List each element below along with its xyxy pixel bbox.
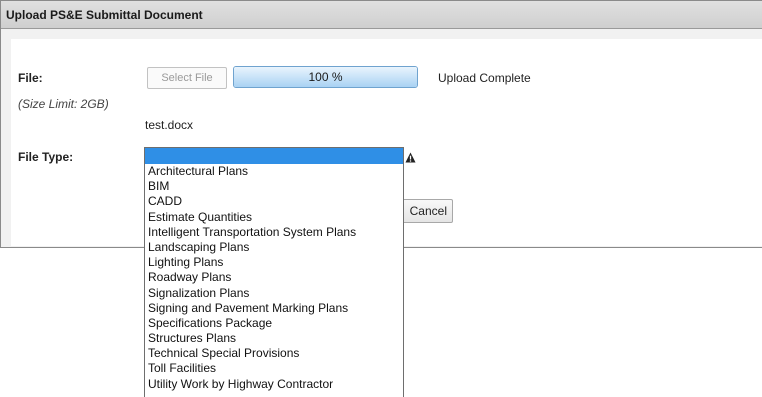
select-file-button[interactable]: Select File [147,67,227,89]
file-type-option[interactable]: Estimate Quantities [145,210,403,225]
warning-triangle-icon [405,152,416,163]
upload-progress-bar: 100 % [233,66,418,88]
upload-status: Upload Complete [438,71,531,85]
file-type-option[interactable]: Utility Work by Highway Contractor [145,377,403,392]
file-type-option[interactable]: Toll Facilities [145,361,403,376]
file-type-option[interactable]: Signalization Plans [145,286,403,301]
file-type-options: Architectural Plans BIM CADD Estimate Quant… [145,164,403,392]
file-type-option[interactable]: Lighting Plans [145,255,403,270]
file-type-dropdown-list[interactable]: Architectural Plans BIM CADD Estimate Quant… [144,147,404,397]
file-type-label: File Type: [18,150,74,164]
file-type-option[interactable]: Technical Special Provisions [145,346,403,361]
file-type-option[interactable]: Architectural Plans [145,164,403,179]
file-type-option[interactable]: CADD [145,194,403,209]
file-type-option[interactable]: Signing and Pavement Marking Plans [145,301,403,316]
file-type-option[interactable]: Landscaping Plans [145,240,403,255]
progress-text: 100 % [308,70,343,84]
file-label: File: [18,71,43,85]
file-type-option[interactable]: Roadway Plans [145,270,403,285]
file-type-option[interactable]: Intelligent Transportation System Plans [145,225,403,240]
file-type-option[interactable]: Specifications Package [145,316,403,331]
dialog-title: Upload PS&E Submittal Document [1,1,762,29]
size-limit-note: (Size Limit: 2GB) [18,97,109,111]
upload-page: Upload PS&E Submittal Document File: (Si… [0,0,762,397]
file-type-option[interactable]: Structures Plans [145,331,403,346]
file-type-option[interactable]: BIM [145,179,403,194]
file-type-selected-option[interactable] [145,148,403,164]
uploaded-filename: test.docx [145,118,194,132]
